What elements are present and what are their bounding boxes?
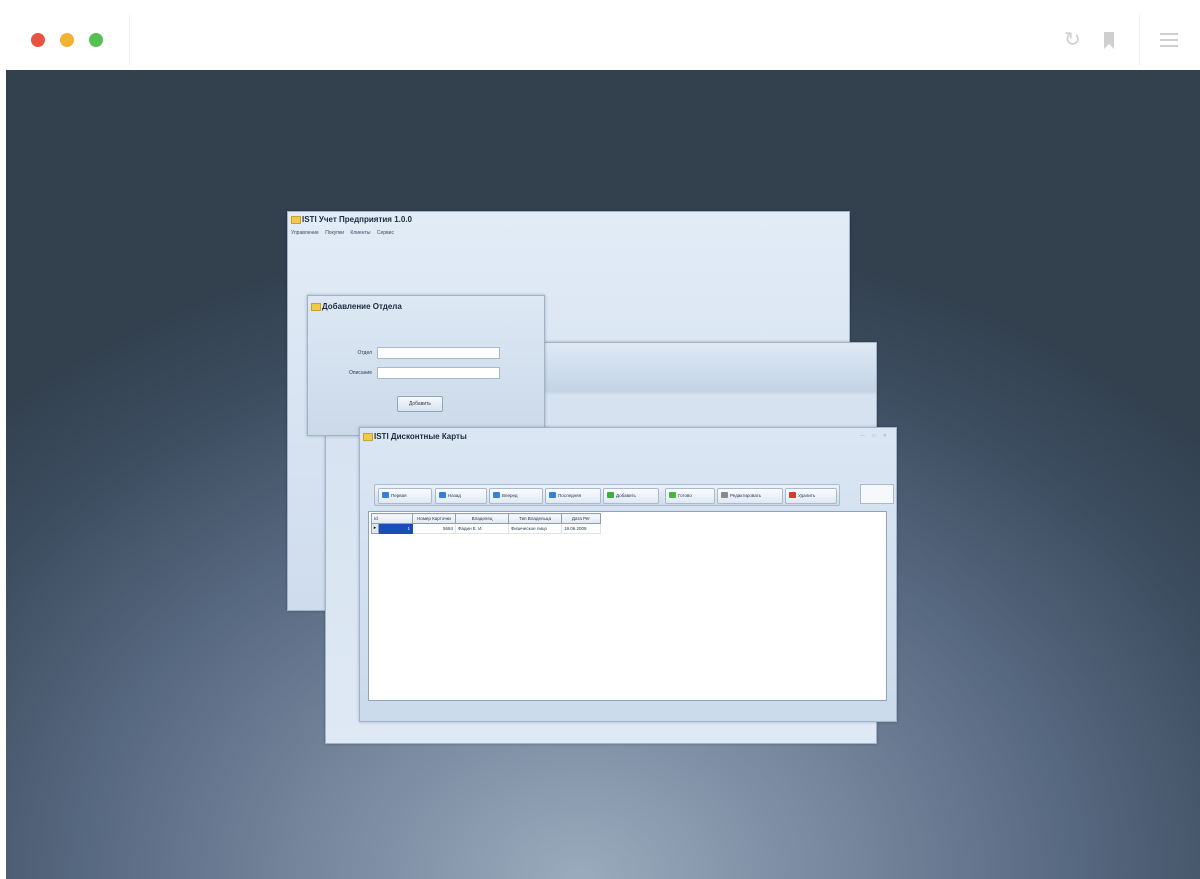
current-row-indicator-icon: ▸ bbox=[371, 523, 379, 534]
window-controls[interactable]: — □ ✕ bbox=[860, 433, 890, 439]
plus-icon bbox=[607, 492, 614, 498]
first-icon bbox=[382, 492, 389, 498]
search-field[interactable] bbox=[860, 484, 894, 504]
menu-item-service[interactable]: Сервис bbox=[377, 230, 394, 236]
maximize-dot-icon bbox=[89, 33, 103, 47]
folder-icon bbox=[363, 433, 373, 441]
reload-icon[interactable]: ↻ bbox=[1064, 29, 1081, 51]
menu-item-purchases[interactable]: Покупки bbox=[325, 230, 344, 236]
close-dot-icon bbox=[31, 33, 45, 47]
pencil-icon bbox=[721, 492, 728, 498]
cell-owner-type[interactable]: Физическое лицо bbox=[508, 523, 562, 534]
add-record-button[interactable]: Добавить bbox=[603, 488, 659, 504]
app-title: ISTI Учет Предприятия 1.0.0 bbox=[302, 215, 412, 224]
cards-table: Id Номер Карточки Владелец Тип Владельца… bbox=[371, 513, 601, 534]
column-header-card-number[interactable]: Номер Карточки bbox=[412, 513, 456, 524]
menu-bar: Управление Покупки Клиенты Сервис bbox=[291, 230, 399, 236]
add-button[interactable]: Добавить bbox=[397, 396, 443, 412]
check-icon bbox=[669, 492, 676, 498]
cell-card-number[interactable]: 5684 bbox=[412, 523, 456, 534]
back-arrow-icon bbox=[439, 492, 446, 498]
column-header-owner-type[interactable]: Тип Владельца bbox=[508, 513, 562, 524]
last-button[interactable]: Последняя bbox=[545, 488, 601, 504]
divider bbox=[129, 15, 130, 65]
column-header-reg-date[interactable]: Дата Рег bbox=[561, 513, 601, 524]
mockup-browser-bar: ↻ bbox=[0, 0, 1200, 70]
table-header-row: Id Номер Карточки Владелец Тип Владельца… bbox=[371, 513, 601, 524]
back-button[interactable]: Назад bbox=[435, 488, 487, 504]
window-title: ISTI Учет Предприятия 1.0.0 bbox=[288, 212, 849, 228]
forward-button[interactable]: Вперед bbox=[489, 488, 543, 504]
cell-reg-date[interactable]: 19.06.2009 bbox=[561, 523, 601, 534]
navigator-toolbar: Первая Назад Вперед Последняя Добавить Г… bbox=[374, 484, 840, 506]
description-label: Описание bbox=[348, 370, 372, 376]
discount-cards-window: ISTI Дисконтные Карты — □ ✕ Первая Назад… bbox=[359, 427, 897, 722]
forward-arrow-icon bbox=[493, 492, 500, 498]
done-button[interactable]: Готово bbox=[665, 488, 715, 504]
first-button[interactable]: Первая bbox=[378, 488, 432, 504]
minimize-dot-icon bbox=[60, 33, 74, 47]
column-header-owner[interactable]: Владелец bbox=[455, 513, 509, 524]
divider bbox=[1139, 15, 1140, 65]
menu-item-manage[interactable]: Управление bbox=[291, 230, 319, 236]
description-input[interactable] bbox=[377, 367, 500, 379]
menu-item-clients[interactable]: Клиенты bbox=[350, 230, 370, 236]
column-header-id[interactable]: Id bbox=[371, 513, 413, 524]
cell-owner[interactable]: Фадин Е. И. bbox=[455, 523, 509, 534]
window-title: ISTI Дисконтные Карты bbox=[360, 428, 896, 446]
folder-icon bbox=[311, 303, 321, 311]
cards-data-grid[interactable]: Id Номер Карточки Владелец Тип Владельца… bbox=[368, 511, 887, 701]
cards-window-title: ISTI Дисконтные Карты bbox=[374, 432, 467, 441]
delete-icon bbox=[789, 492, 796, 498]
dialog-title-text: Добавление Отдела bbox=[322, 302, 402, 311]
table-row[interactable]: 1 5684 Фадин Е. И. Физическое лицо 19.06… bbox=[371, 523, 601, 534]
folder-icon bbox=[291, 216, 301, 224]
department-input[interactable] bbox=[377, 347, 500, 359]
dialog-title: Добавление Отдела bbox=[308, 299, 544, 315]
edit-button[interactable]: Редактировать bbox=[717, 488, 783, 504]
delete-button[interactable]: Удалить bbox=[785, 488, 837, 504]
bookmark-icon[interactable] bbox=[1104, 29, 1114, 49]
department-label: Отдел bbox=[357, 350, 372, 356]
hamburger-menu-icon[interactable] bbox=[1160, 29, 1178, 51]
last-icon bbox=[549, 492, 556, 498]
add-department-dialog: Добавление Отдела Отдел Описание Добавит… bbox=[307, 295, 545, 436]
